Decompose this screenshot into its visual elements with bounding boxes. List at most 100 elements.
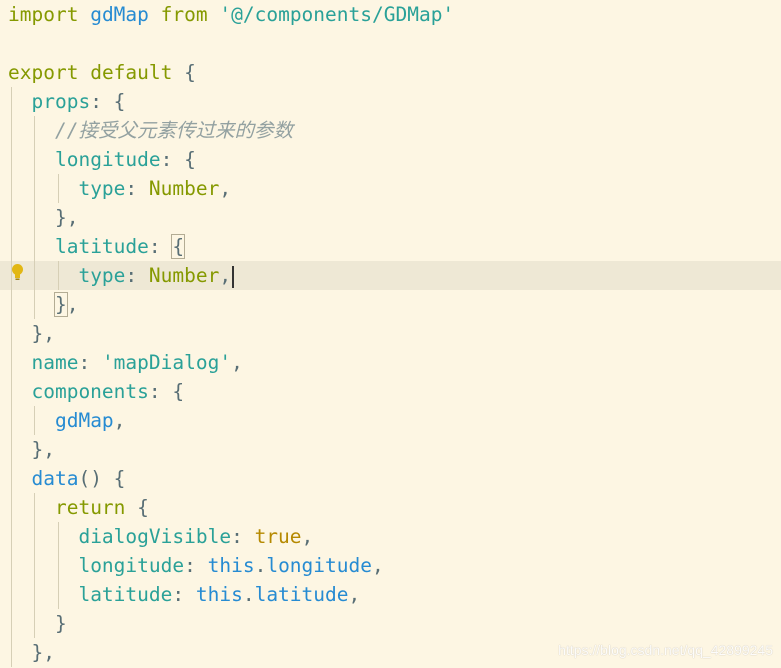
code-token: true bbox=[254, 525, 302, 548]
code-text: return { bbox=[8, 493, 149, 522]
code-text: type: Number, bbox=[8, 174, 231, 203]
code-line[interactable]: name: 'mapDialog', bbox=[0, 348, 781, 377]
code-line[interactable]: //接受父元素传过来的参数 bbox=[0, 116, 781, 145]
code-token: { bbox=[172, 61, 196, 84]
code-token: , bbox=[348, 583, 361, 606]
code-line[interactable]: type: Number, bbox=[0, 174, 781, 203]
code-line[interactable]: }, bbox=[0, 435, 781, 464]
code-token: , bbox=[301, 525, 314, 548]
code-line[interactable]: }, bbox=[0, 203, 781, 232]
code-token: components bbox=[31, 380, 149, 403]
code-line[interactable] bbox=[0, 29, 781, 58]
code-text: gdMap, bbox=[8, 406, 125, 435]
code-token: Number bbox=[148, 177, 220, 200]
code-text: export default { bbox=[8, 58, 196, 87]
code-text: }, bbox=[8, 319, 55, 348]
matched-bracket: } bbox=[53, 292, 68, 317]
code-text: longitude: { bbox=[8, 145, 196, 174]
code-line[interactable]: return { bbox=[0, 493, 781, 522]
code-line[interactable]: import gdMap from '@/components/GDMap' bbox=[0, 0, 781, 29]
code-token: , bbox=[113, 409, 126, 432]
code-token: longitude bbox=[78, 554, 185, 577]
code-token: props bbox=[31, 90, 91, 113]
code-token: data bbox=[31, 467, 79, 490]
code-line[interactable]: type: Number, bbox=[0, 261, 781, 290]
code-token: Number bbox=[148, 264, 220, 287]
code-text: }, bbox=[8, 203, 79, 232]
code-token: latitude bbox=[254, 583, 349, 606]
code-token: : bbox=[184, 554, 208, 577]
code-text: latitude: { bbox=[8, 232, 186, 261]
code-line[interactable]: } bbox=[0, 609, 781, 638]
code-token: type bbox=[78, 264, 126, 287]
code-text: }, bbox=[8, 638, 55, 667]
code-text: props: { bbox=[8, 87, 125, 116]
code-line[interactable]: dialogVisible: true, bbox=[0, 522, 781, 551]
code-token: gdMap bbox=[54, 409, 114, 432]
code-token: //接受父元素传过来的参数 bbox=[54, 119, 293, 142]
code-text: //接受父元素传过来的参数 bbox=[8, 116, 293, 145]
code-token: , bbox=[372, 554, 384, 577]
code-token: : bbox=[231, 525, 255, 548]
code-editor[interactable]: import gdMap from '@/components/GDMap' ex… bbox=[0, 0, 781, 668]
code-token: : { bbox=[90, 90, 126, 113]
lightbulb-icon[interactable] bbox=[11, 263, 24, 283]
code-token: export bbox=[8, 61, 79, 84]
code-token: import bbox=[8, 3, 79, 26]
code-text: type: Number, bbox=[8, 261, 234, 290]
code-line[interactable]: }, bbox=[0, 290, 781, 319]
code-text: }, bbox=[8, 435, 55, 464]
code-text: dialogVisible: true, bbox=[8, 522, 313, 551]
code-token: , bbox=[231, 351, 243, 374]
code-token: . bbox=[242, 583, 255, 606]
code-token: }, bbox=[8, 322, 55, 345]
code-text: longitude: this.longitude, bbox=[8, 551, 384, 580]
code-token: dialogVisible bbox=[78, 525, 232, 548]
code-token: longitude bbox=[54, 148, 161, 171]
code-token: this bbox=[207, 554, 255, 577]
code-token: : bbox=[125, 177, 149, 200]
code-line[interactable]: gdMap, bbox=[0, 406, 781, 435]
code-token: : bbox=[148, 235, 173, 258]
code-line[interactable]: longitude: this.longitude, bbox=[0, 551, 781, 580]
code-token: }, bbox=[8, 206, 79, 229]
code-token: : bbox=[78, 351, 102, 374]
code-token: gdMap bbox=[90, 3, 149, 26]
code-line[interactable]: longitude: { bbox=[0, 145, 781, 174]
code-text: latitude: this.latitude, bbox=[8, 580, 360, 609]
code-text: import gdMap from '@/components/GDMap' bbox=[8, 0, 454, 29]
code-line[interactable]: export default { bbox=[0, 58, 781, 87]
code-line[interactable]: props: { bbox=[0, 87, 781, 116]
code-token: return bbox=[54, 496, 126, 519]
code-token: default bbox=[90, 61, 173, 84]
code-line[interactable]: latitude: this.latitude, bbox=[0, 580, 781, 609]
code-token: from bbox=[160, 3, 208, 26]
code-line[interactable]: }, bbox=[0, 319, 781, 348]
code-line[interactable]: components: { bbox=[0, 377, 781, 406]
code-token: { bbox=[125, 496, 149, 519]
code-token: longitude bbox=[266, 554, 372, 577]
code-token: } bbox=[8, 612, 67, 635]
code-token: latitude bbox=[78, 583, 173, 606]
watermark-text: https://blog.csdn.net/qq_42899245 bbox=[558, 642, 773, 658]
code-text: data() { bbox=[8, 464, 125, 493]
code-line[interactable]: data() { bbox=[0, 464, 781, 493]
code-line[interactable]: latitude: { bbox=[0, 232, 781, 261]
code-token: }, bbox=[8, 438, 55, 461]
code-token: 'mapDialog' bbox=[101, 351, 232, 374]
code-token: : bbox=[172, 583, 196, 606]
code-token: : bbox=[125, 264, 149, 287]
code-token: : { bbox=[160, 148, 196, 171]
